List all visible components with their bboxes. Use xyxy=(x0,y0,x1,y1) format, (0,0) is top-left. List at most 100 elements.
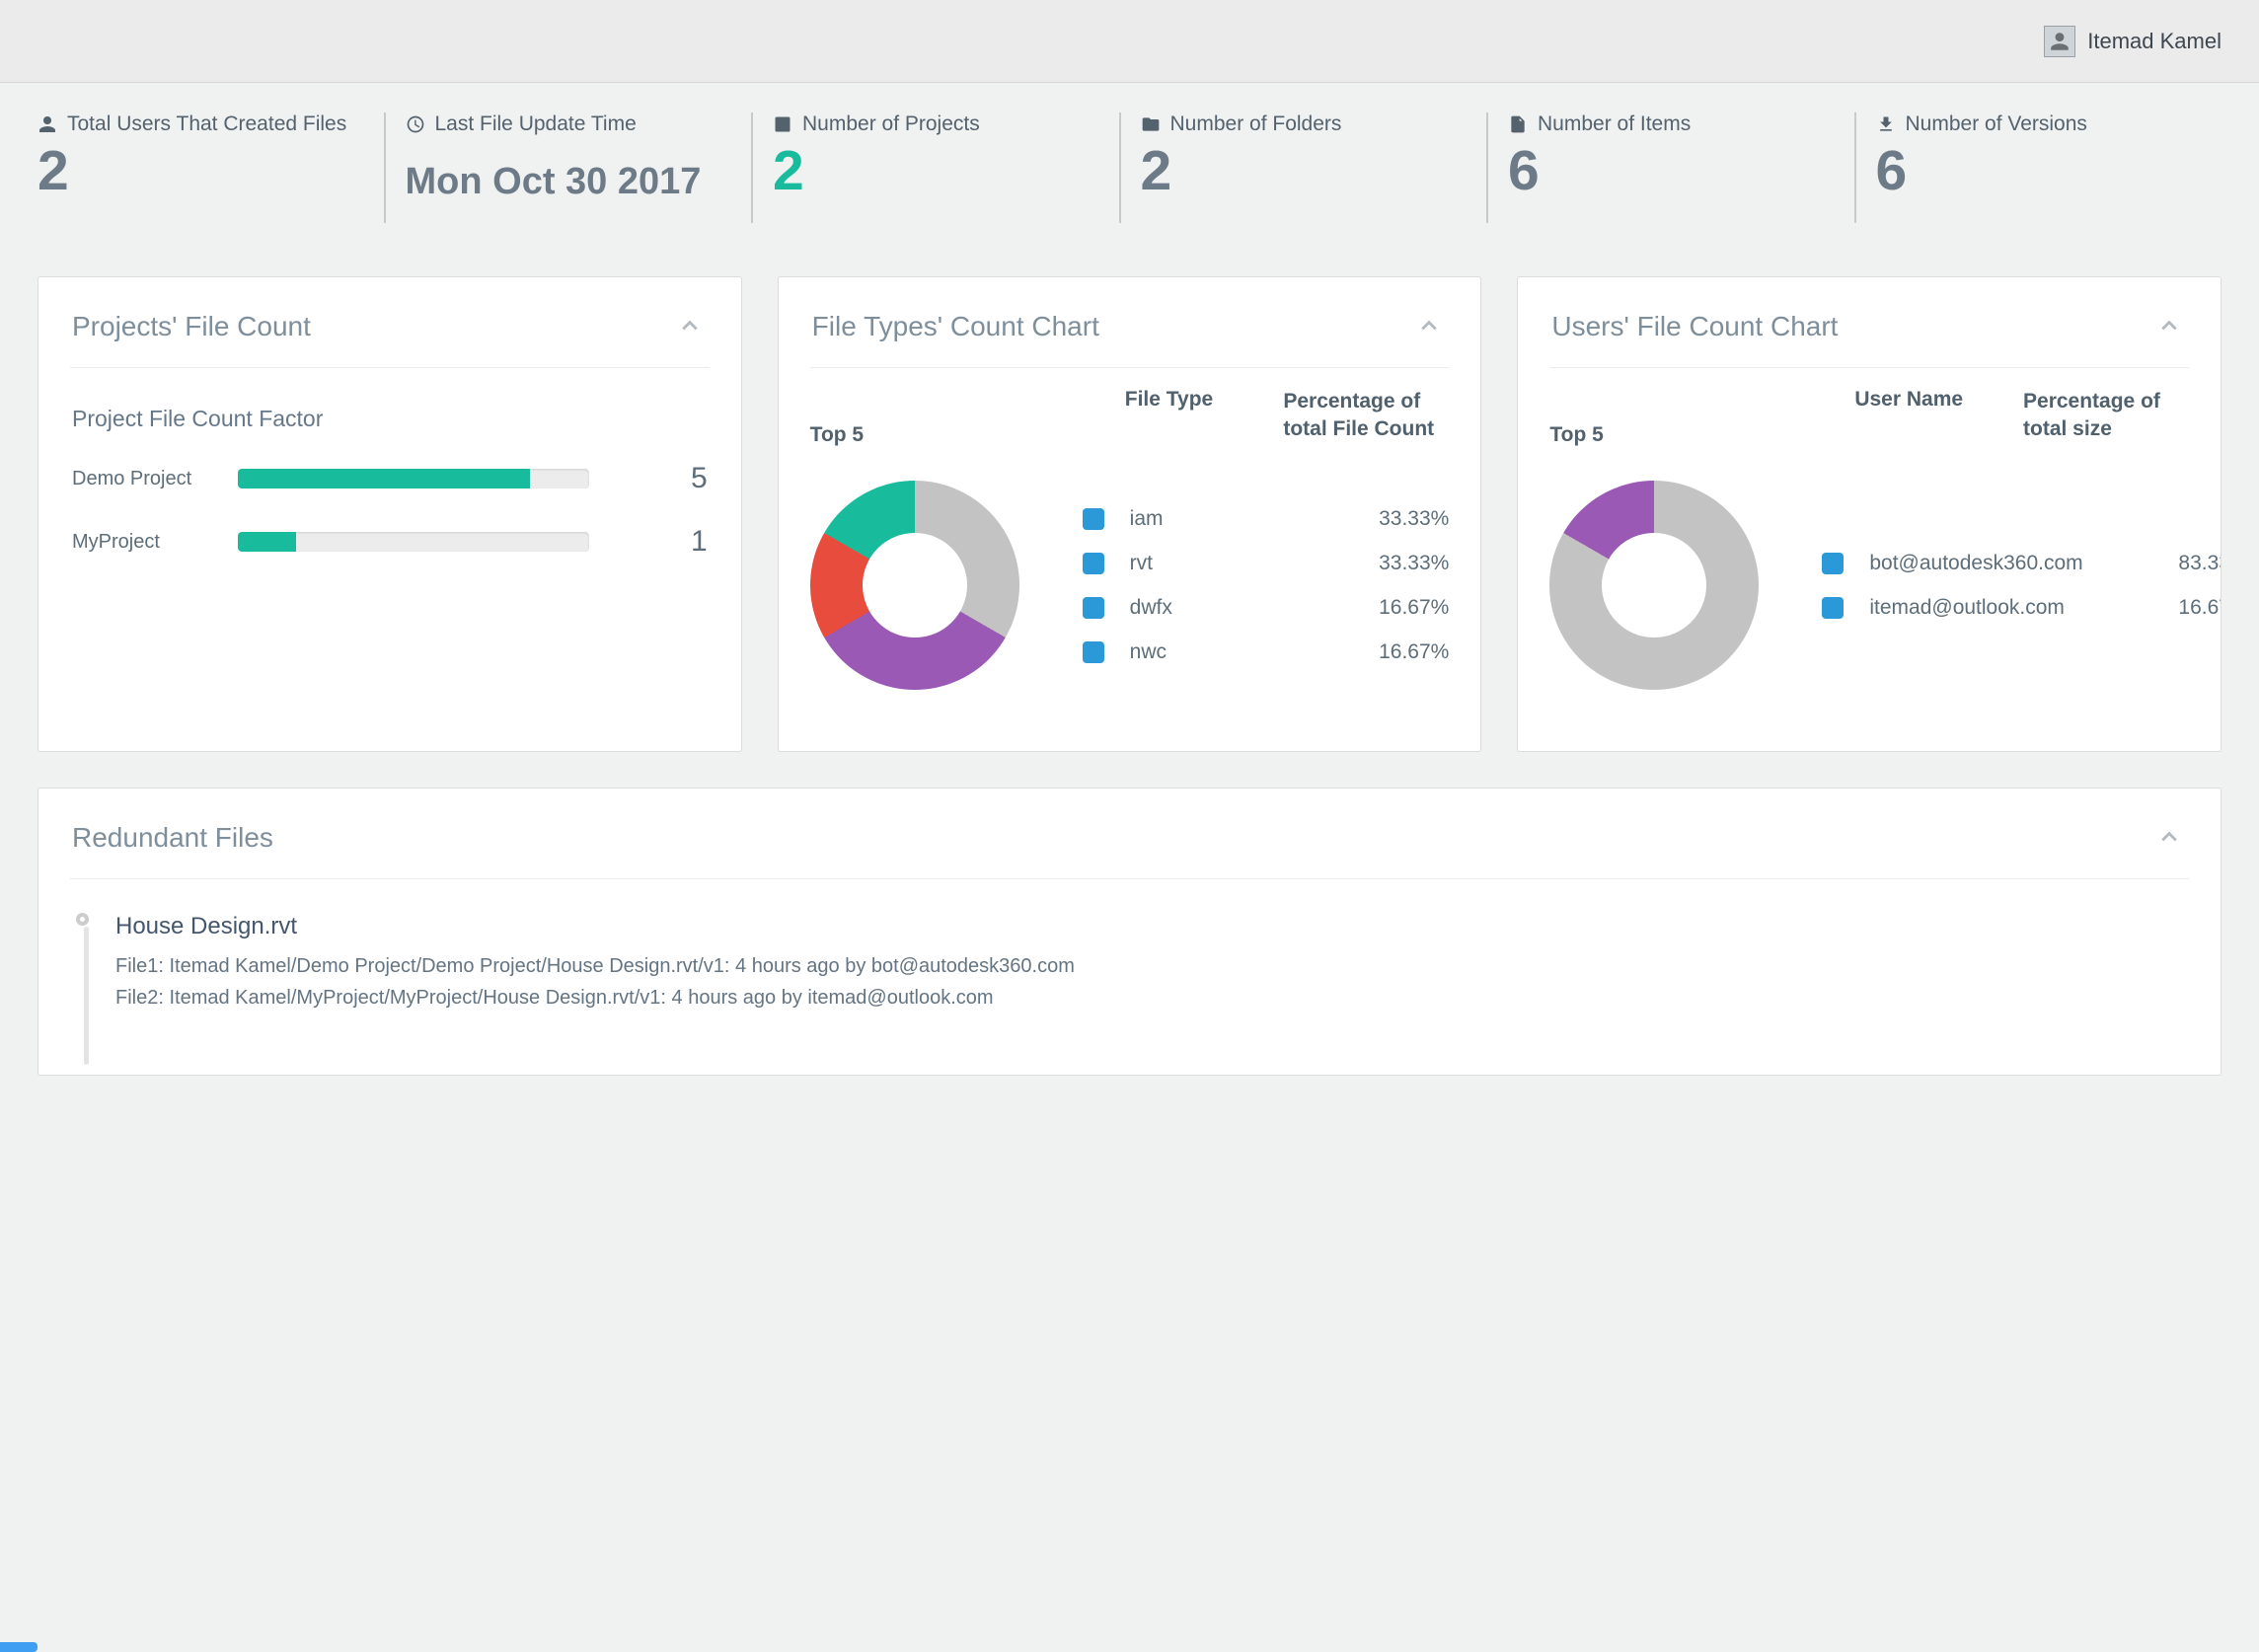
timeline-dot-icon xyxy=(76,913,89,926)
bar-value: 1 xyxy=(589,525,708,559)
chevron-up-icon xyxy=(676,311,704,338)
user-name: Itemad Kamel xyxy=(2087,29,2221,54)
chart-area: bot@autodesk360.com 83.33% itemad@outloo… xyxy=(1549,481,2189,690)
stat-value: 2 xyxy=(773,136,1119,203)
dashboard-main: Projects' File Count Project File Count … xyxy=(0,276,2259,1076)
collapse-button[interactable] xyxy=(1411,307,1447,345)
legend-value: 33.33% xyxy=(1283,552,1449,575)
card-header: Projects' File Count xyxy=(70,277,710,368)
legend-value: 83.33% xyxy=(2083,552,2221,575)
legend-label: dwfx xyxy=(1130,596,1284,620)
progress-track xyxy=(238,469,589,488)
progress-track xyxy=(238,532,589,552)
chart-area: iam 33.33% rvt 33.33% dwfx 16.67% xyxy=(810,481,1450,690)
legend: bot@autodesk360.com 83.33% itemad@outloo… xyxy=(1822,541,2221,630)
collapse-button[interactable] xyxy=(672,307,708,345)
column-header-percentage: Percentage of total size xyxy=(2023,388,2189,444)
legend-item: nwc 16.67% xyxy=(1083,630,1450,674)
legend-item: itemad@outlook.com 16.67% xyxy=(1822,585,2221,630)
legend-label: bot@autodesk360.com xyxy=(1869,552,2082,575)
column-header-percentage: Percentage of total File Count xyxy=(1283,388,1449,444)
legend-value: 33.33% xyxy=(1283,507,1449,531)
redundant-file-detail: File1: Itemad Kamel/Demo Project/Demo Pr… xyxy=(115,950,2189,982)
card-title: Redundant Files xyxy=(72,822,273,854)
bar-row: MyProject 1 xyxy=(72,525,708,559)
stat-label: Number of Projects xyxy=(802,113,980,136)
bar-value: 5 xyxy=(589,462,708,495)
card-header: File Types' Count Chart xyxy=(810,277,1450,368)
redundant-file-timeline: House Design.rvt File1: Itemad Kamel/Dem… xyxy=(84,913,2189,1071)
legend-item: dwfx 16.67% xyxy=(1083,585,1450,630)
stat-label: Number of Versions xyxy=(1906,113,2087,136)
projects-file-count-card: Projects' File Count Project File Count … xyxy=(38,276,742,752)
legend-label: rvt xyxy=(1130,552,1284,575)
download-icon xyxy=(1876,114,1896,134)
stat-items: Number of Items 6 xyxy=(1486,113,1854,223)
cards-row: Projects' File Count Project File Count … xyxy=(38,276,2221,752)
stat-value: 6 xyxy=(1876,136,2222,203)
redundant-file-detail: File2: Itemad Kamel/MyProject/MyProject/… xyxy=(115,982,2189,1014)
user-icon xyxy=(2049,31,2071,52)
card-header: Redundant Files xyxy=(70,788,2189,879)
users-file-count-card: Users' File Count Chart Top 5 User Name … xyxy=(1517,276,2221,752)
chart-subtitle: Project File Count Factor xyxy=(72,406,710,432)
legend-value: 16.67% xyxy=(1283,596,1449,620)
stat-value: Mon Oct 30 2017 xyxy=(406,136,752,203)
progress-fill xyxy=(238,532,296,552)
avatar xyxy=(2044,26,2075,57)
user-menu[interactable]: Itemad Kamel xyxy=(2044,26,2221,57)
top5-label: Top 5 xyxy=(1549,423,1794,447)
chevron-up-icon xyxy=(2155,311,2183,338)
stat-last-update: Last File Update Time Mon Oct 30 2017 xyxy=(384,113,752,223)
column-header-user-name: User Name xyxy=(1794,388,2023,412)
legend-label: iam xyxy=(1130,507,1284,531)
topbar: Itemad Kamel xyxy=(0,0,2259,83)
legend-value: 16.67% xyxy=(1283,640,1449,664)
stat-projects: Number of Projects 2 xyxy=(751,113,1119,223)
square-icon xyxy=(773,114,792,134)
stat-label: Last File Update Time xyxy=(435,113,637,136)
stat-value: 2 xyxy=(1141,136,1487,203)
legend-marker xyxy=(1822,553,1844,574)
users-donut-chart xyxy=(1549,481,1759,690)
stats-row: Total Users That Created Files 2 Last Fi… xyxy=(38,113,2221,223)
legend-item: rvt 33.33% xyxy=(1083,541,1450,585)
stat-versions: Number of Versions 6 xyxy=(1854,113,2222,223)
stat-value: 2 xyxy=(38,136,384,203)
horizontal-scrollbar-thumb[interactable] xyxy=(0,1642,38,1652)
card-title: File Types' Count Chart xyxy=(812,311,1099,342)
collapse-button[interactable] xyxy=(2151,818,2187,857)
file-types-count-card: File Types' Count Chart Top 5 File Type … xyxy=(778,276,1482,752)
redundant-files-card: Redundant Files House Design.rvt File1: … xyxy=(38,788,2221,1076)
chevron-up-icon xyxy=(1415,311,1443,338)
stat-label: Total Users That Created Files xyxy=(67,113,346,136)
legend-marker xyxy=(1083,641,1104,663)
legend-header: Top 5 File Type Percentage of total File… xyxy=(810,388,1450,447)
legend-item: iam 33.33% xyxy=(1083,496,1450,541)
legend-marker xyxy=(1083,508,1104,530)
legend: iam 33.33% rvt 33.33% dwfx 16.67% xyxy=(1083,496,1450,674)
card-header: Users' File Count Chart xyxy=(1549,277,2189,368)
stat-label: Number of Folders xyxy=(1170,113,1342,136)
clock-icon xyxy=(406,114,425,134)
bar-label: Demo Project xyxy=(72,468,238,490)
legend-label: itemad@outlook.com xyxy=(1869,596,2082,620)
bar-row: Demo Project 5 xyxy=(72,462,708,495)
redundant-file-item: House Design.rvt File1: Itemad Kamel/Dem… xyxy=(84,913,2189,1014)
bar-label: MyProject xyxy=(72,531,238,554)
stat-total-users: Total Users That Created Files 2 xyxy=(38,113,384,223)
progress-fill xyxy=(238,469,530,488)
legend-value: 16.67% xyxy=(2083,596,2221,620)
collapse-button[interactable] xyxy=(2151,307,2187,345)
legend-item: bot@autodesk360.com 83.33% xyxy=(1822,541,2221,585)
legend-marker xyxy=(1083,553,1104,574)
stat-folders: Number of Folders 2 xyxy=(1119,113,1487,223)
legend-marker xyxy=(1822,597,1844,619)
file-types-donut-chart xyxy=(810,481,1019,690)
legend-label: nwc xyxy=(1130,640,1284,664)
redundant-file-name: House Design.rvt xyxy=(115,913,2189,940)
column-header-file-type: File Type xyxy=(1055,388,1284,412)
card-title: Projects' File Count xyxy=(72,311,311,342)
legend-marker xyxy=(1083,597,1104,619)
stat-label: Number of Items xyxy=(1538,113,1691,136)
